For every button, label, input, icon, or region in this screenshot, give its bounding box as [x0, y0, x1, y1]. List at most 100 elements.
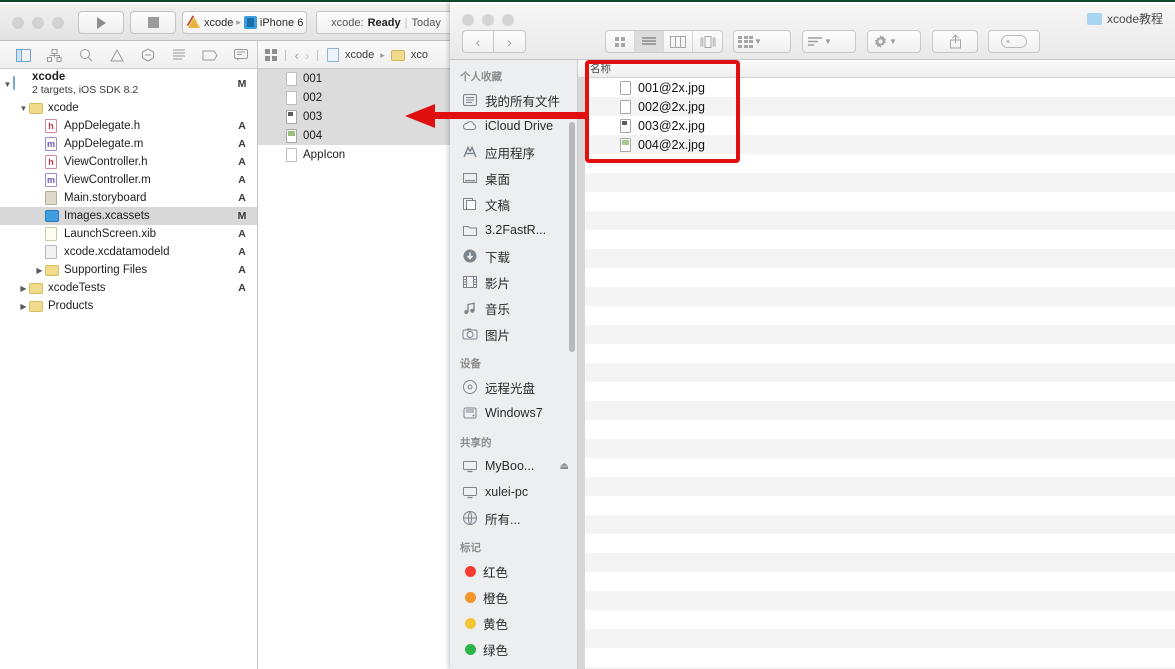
sidebar-item[interactable]: Windows7	[450, 400, 577, 426]
tag-button[interactable]	[988, 30, 1040, 53]
finder-zoom-button[interactable]	[502, 14, 514, 26]
navigator-row[interactable]: ▶ Supporting Files A	[0, 261, 257, 279]
run-button[interactable]	[78, 11, 124, 34]
status-badge: M	[237, 78, 247, 90]
icon-view-button[interactable]	[606, 31, 635, 52]
report-navigator-icon[interactable]	[225, 41, 256, 69]
disclosure-triangle-icon[interactable]: ▼	[2, 80, 13, 89]
sidebar-item[interactable]: 蓝色	[450, 662, 577, 669]
scheme-selector[interactable]: xcode ▸ iPhone 6	[182, 11, 307, 34]
movies-icon	[462, 274, 478, 290]
sidebar-item[interactable]: 橙色	[450, 584, 577, 610]
xcode-minimize-button[interactable]	[32, 17, 44, 29]
navigator-row[interactable]: ▶ Products	[0, 297, 257, 315]
navigator-row[interactable]: Main.storyboard A	[0, 189, 257, 207]
sidebar-item[interactable]: 红色	[450, 558, 577, 584]
breadcrumb-item-0[interactable]: xcode	[345, 49, 374, 61]
list-scroll-gutter[interactable]	[578, 78, 585, 669]
eject-icon[interactable]: ⏏	[560, 461, 577, 472]
disclosure-triangle-icon[interactable]: ▼	[18, 104, 29, 113]
navigator-row[interactable]: LaunchScreen.xib A	[0, 225, 257, 243]
share-button[interactable]	[932, 30, 978, 53]
action-button[interactable]: ▼	[867, 30, 921, 53]
file-name: 004@2x.jpg	[638, 137, 705, 152]
finder-sidebar[interactable]: 个人收藏 我的所有文件 iCloud Drive 应用程序 桌面 文稿 3.2FastR..…	[450, 60, 578, 669]
coverflow-view-button[interactable]	[693, 31, 722, 52]
sidebar-item[interactable]: 绿色	[450, 636, 577, 662]
asset-catalog-row[interactable]: AppIcon	[258, 145, 460, 164]
sidebar-item[interactable]: 桌面	[450, 165, 577, 191]
related-items-icon[interactable]	[265, 49, 277, 61]
find-navigator-icon[interactable]	[70, 41, 101, 69]
stop-button[interactable]	[130, 11, 176, 34]
list-column-header[interactable]: 名称	[578, 60, 1175, 78]
file-row[interactable]: 001@2x.jpg	[578, 78, 1175, 97]
finder-file-list[interactable]: 名称 001@2x.jpg 002@2x.jpg 003@2x.jpg 004@2x.…	[578, 60, 1175, 669]
navigator-row[interactable]: h AppDelegate.h A	[0, 117, 257, 135]
sidebar-item[interactable]: 文稿	[450, 191, 577, 217]
disclosure-triangle-icon[interactable]: ▶	[34, 266, 45, 275]
debug-navigator-icon[interactable]	[163, 41, 194, 69]
sort-button[interactable]: ▼	[802, 30, 856, 53]
column-view-button[interactable]	[664, 31, 693, 52]
xcode-zoom-button[interactable]	[52, 17, 64, 29]
disclosure-triangle-icon[interactable]: ▶	[18, 284, 29, 293]
file-row[interactable]: 003@2x.jpg	[578, 116, 1175, 135]
sidebar-item[interactable]: 3.2FastR...	[450, 217, 577, 243]
sidebar-item[interactable]: 应用程序	[450, 139, 577, 165]
folder-icon	[390, 49, 405, 61]
project-navigator-icon[interactable]	[8, 41, 39, 69]
sidebar-item[interactable]: 所有...	[450, 505, 577, 531]
back-button[interactable]: ‹	[295, 48, 299, 63]
empty-row	[578, 458, 1175, 477]
navigator-row[interactable]: Images.xcassets M	[0, 207, 257, 225]
finder-close-button[interactable]	[462, 14, 474, 26]
navigator-row[interactable]: ▼ xcode	[0, 99, 257, 117]
back-button[interactable]: ‹	[462, 30, 494, 53]
status-badge: A	[238, 264, 246, 276]
navigator-row[interactable]: xcode.xcdatamodeld A	[0, 243, 257, 261]
list-view-button[interactable]	[635, 31, 664, 52]
issue-navigator-icon[interactable]	[101, 41, 132, 69]
sidebar-scrollbar[interactable]	[569, 122, 575, 352]
sidebar-item-label: 红色	[483, 565, 509, 580]
sidebar-item[interactable]: 下载	[450, 243, 577, 269]
sidebar-item[interactable]: MyBoo... ⏏	[450, 453, 577, 479]
file-row[interactable]: 004@2x.jpg	[578, 135, 1175, 154]
breadcrumb: │ ‹ › │ xcode ▸ xco	[258, 41, 460, 69]
folder-icon	[29, 281, 44, 296]
breadcrumb-item-1[interactable]: xco	[411, 49, 428, 61]
file-row[interactable]: 002@2x.jpg	[578, 97, 1175, 116]
finder-minimize-button[interactable]	[482, 14, 494, 26]
sidebar-item[interactable]: 音乐	[450, 295, 577, 321]
navigator-row[interactable]: m ViewController.m A	[0, 171, 257, 189]
test-navigator-icon[interactable]	[132, 41, 163, 69]
empty-row	[578, 591, 1175, 610]
sidebar-item[interactable]: 图片	[450, 321, 577, 347]
finder-titlebar: xcode教程 ‹ › ▼ ▼ ▼	[450, 4, 1175, 60]
scheme-device-label: iPhone 6	[259, 16, 304, 29]
disclosure-triangle-icon[interactable]: ▶	[18, 302, 29, 311]
sidebar-item[interactable]: 黄色	[450, 610, 577, 636]
sidebar-item[interactable]: 影片	[450, 269, 577, 295]
sidebar-item[interactable]: xulei-pc	[450, 479, 577, 505]
sidebar-item[interactable]: 我的所有文件	[450, 87, 577, 113]
forward-button[interactable]: ›	[305, 48, 309, 63]
navigator-row[interactable]: ▶ xcodeTests A	[0, 279, 257, 297]
forward-button[interactable]: ›	[494, 30, 526, 53]
asset-catalog-items[interactable]: 001 002 003 004 AppIcon	[258, 69, 460, 669]
symbol-navigator-icon[interactable]	[39, 41, 70, 69]
sidebar-item[interactable]: 远程光盘	[450, 374, 577, 400]
asset-catalog-row[interactable]: 001	[258, 69, 460, 88]
sidebar-section-header: 共享的	[460, 437, 492, 449]
navigator-project-row[interactable]: ▼ xcode 2 targets, iOS SDK 8.2 M	[0, 69, 257, 99]
arrange-button[interactable]: ▼	[733, 30, 791, 53]
project-navigator[interactable]: ▼ xcode 2 targets, iOS SDK 8.2 M ▼ xcode h…	[0, 69, 258, 669]
asset-catalog-row[interactable]: 004	[258, 126, 460, 145]
xcode-close-button[interactable]	[12, 17, 24, 29]
asset-catalog-label: 003	[303, 110, 323, 123]
navigator-row[interactable]: h ViewController.h A	[0, 153, 257, 171]
navigator-row[interactable]: m AppDelegate.m A	[0, 135, 257, 153]
pictures-icon	[462, 326, 478, 342]
breakpoint-navigator-icon[interactable]	[194, 41, 225, 69]
